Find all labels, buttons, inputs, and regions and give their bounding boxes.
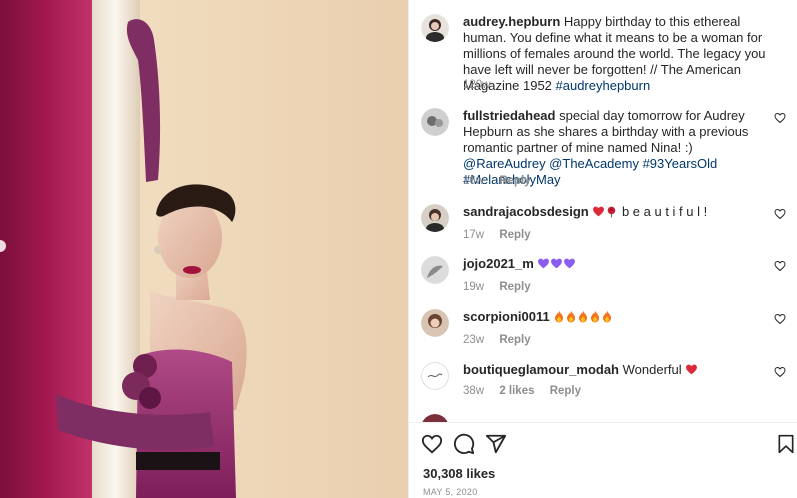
- comment-meta: 38w 2 likes Reply: [463, 384, 593, 398]
- small-heart-icon[interactable]: [774, 260, 786, 272]
- post-actions: 30,308 likes MAY 5, 2020: [409, 422, 797, 498]
- small-heart-icon[interactable]: [774, 112, 786, 124]
- comment-likes[interactable]: 2 likes: [499, 385, 534, 397]
- likes-count[interactable]: 30,308 likes: [423, 466, 495, 481]
- comment-meta: 23w Reply: [463, 333, 543, 347]
- comment-time[interactable]: 19w: [463, 281, 484, 293]
- comment-meta: 19w Reply: [463, 280, 543, 294]
- comment-time[interactable]: 16w: [463, 175, 484, 187]
- post-side-panel: audrey.hepburn Happy birthday to this et…: [408, 0, 797, 498]
- comment-time[interactable]: 23w: [463, 334, 484, 346]
- avatar[interactable]: [421, 108, 449, 136]
- comment-text: jojo2021_m: [463, 256, 775, 272]
- purple-heart-icon: [538, 258, 550, 269]
- purple-heart-icon: [564, 258, 576, 269]
- comment-text: boutiqueglamour_modah Wonderful: [463, 362, 775, 378]
- avatar[interactable]: [421, 14, 449, 42]
- avatar[interactable]: [421, 362, 449, 390]
- reply-button[interactable]: Reply: [499, 229, 530, 241]
- paper-plane-icon[interactable]: [485, 433, 507, 455]
- comment-time[interactable]: 17w: [463, 229, 484, 241]
- small-heart-icon[interactable]: [774, 366, 786, 378]
- fire-icon: [579, 310, 588, 323]
- comment-username[interactable]: fullstriedahead: [463, 108, 555, 123]
- comment-text: sandrajacobsdesign b e a u t i f u l !: [463, 204, 775, 220]
- small-heart-icon[interactable]: [774, 313, 786, 325]
- bookmark-icon[interactable]: [776, 433, 796, 455]
- comment-body: Wonderful: [622, 362, 686, 377]
- caption-time[interactable]: 120w: [463, 79, 491, 91]
- fire-icon: [603, 310, 612, 323]
- speech-bubble-icon[interactable]: [453, 433, 475, 455]
- purple-heart-icon: [551, 258, 563, 269]
- comment-text: scorpioni0011: [463, 309, 775, 325]
- comment-time[interactable]: 38w: [463, 385, 484, 397]
- post-image: [0, 0, 408, 498]
- comment-meta: 16w Reply: [463, 174, 543, 188]
- reply-button[interactable]: Reply: [499, 175, 530, 187]
- small-heart-icon[interactable]: [774, 208, 786, 220]
- caption-text: audrey.hepburn Happy birthday to this et…: [463, 14, 775, 94]
- caption-hashtag[interactable]: #audreyhepburn: [556, 78, 651, 93]
- reply-button[interactable]: Reply: [550, 385, 581, 397]
- heart-outline-icon[interactable]: [421, 433, 443, 455]
- comments-list: audrey.hepburn Happy birthday to this et…: [409, 0, 797, 422]
- reply-button[interactable]: Reply: [499, 281, 530, 293]
- red-heart-icon: [593, 206, 605, 217]
- caption-meta: 120w: [463, 78, 503, 92]
- avatar[interactable]: [421, 204, 449, 232]
- avatar[interactable]: [421, 256, 449, 284]
- comment-meta: 17w Reply: [463, 228, 543, 242]
- reply-button[interactable]: Reply: [499, 334, 530, 346]
- comment-username[interactable]: scorpioni0011: [463, 309, 550, 324]
- comment-username[interactable]: sandrajacobsdesign: [463, 204, 589, 219]
- caption-username[interactable]: audrey.hepburn: [463, 14, 560, 29]
- comment-body: b e a u t i f u l !: [618, 204, 708, 219]
- comment-username[interactable]: boutiqueglamour_modah: [463, 362, 619, 377]
- fire-icon: [591, 310, 600, 323]
- rose-icon: [608, 206, 616, 218]
- fire-icon: [567, 310, 576, 323]
- fire-icon: [555, 310, 564, 323]
- avatar[interactable]: [421, 414, 449, 422]
- avatar[interactable]: [421, 309, 449, 337]
- post-photo[interactable]: [0, 0, 408, 498]
- post-date[interactable]: MAY 5, 2020: [423, 487, 478, 497]
- red-heart-icon: [686, 364, 698, 375]
- comment-username[interactable]: jojo2021_m: [463, 256, 534, 271]
